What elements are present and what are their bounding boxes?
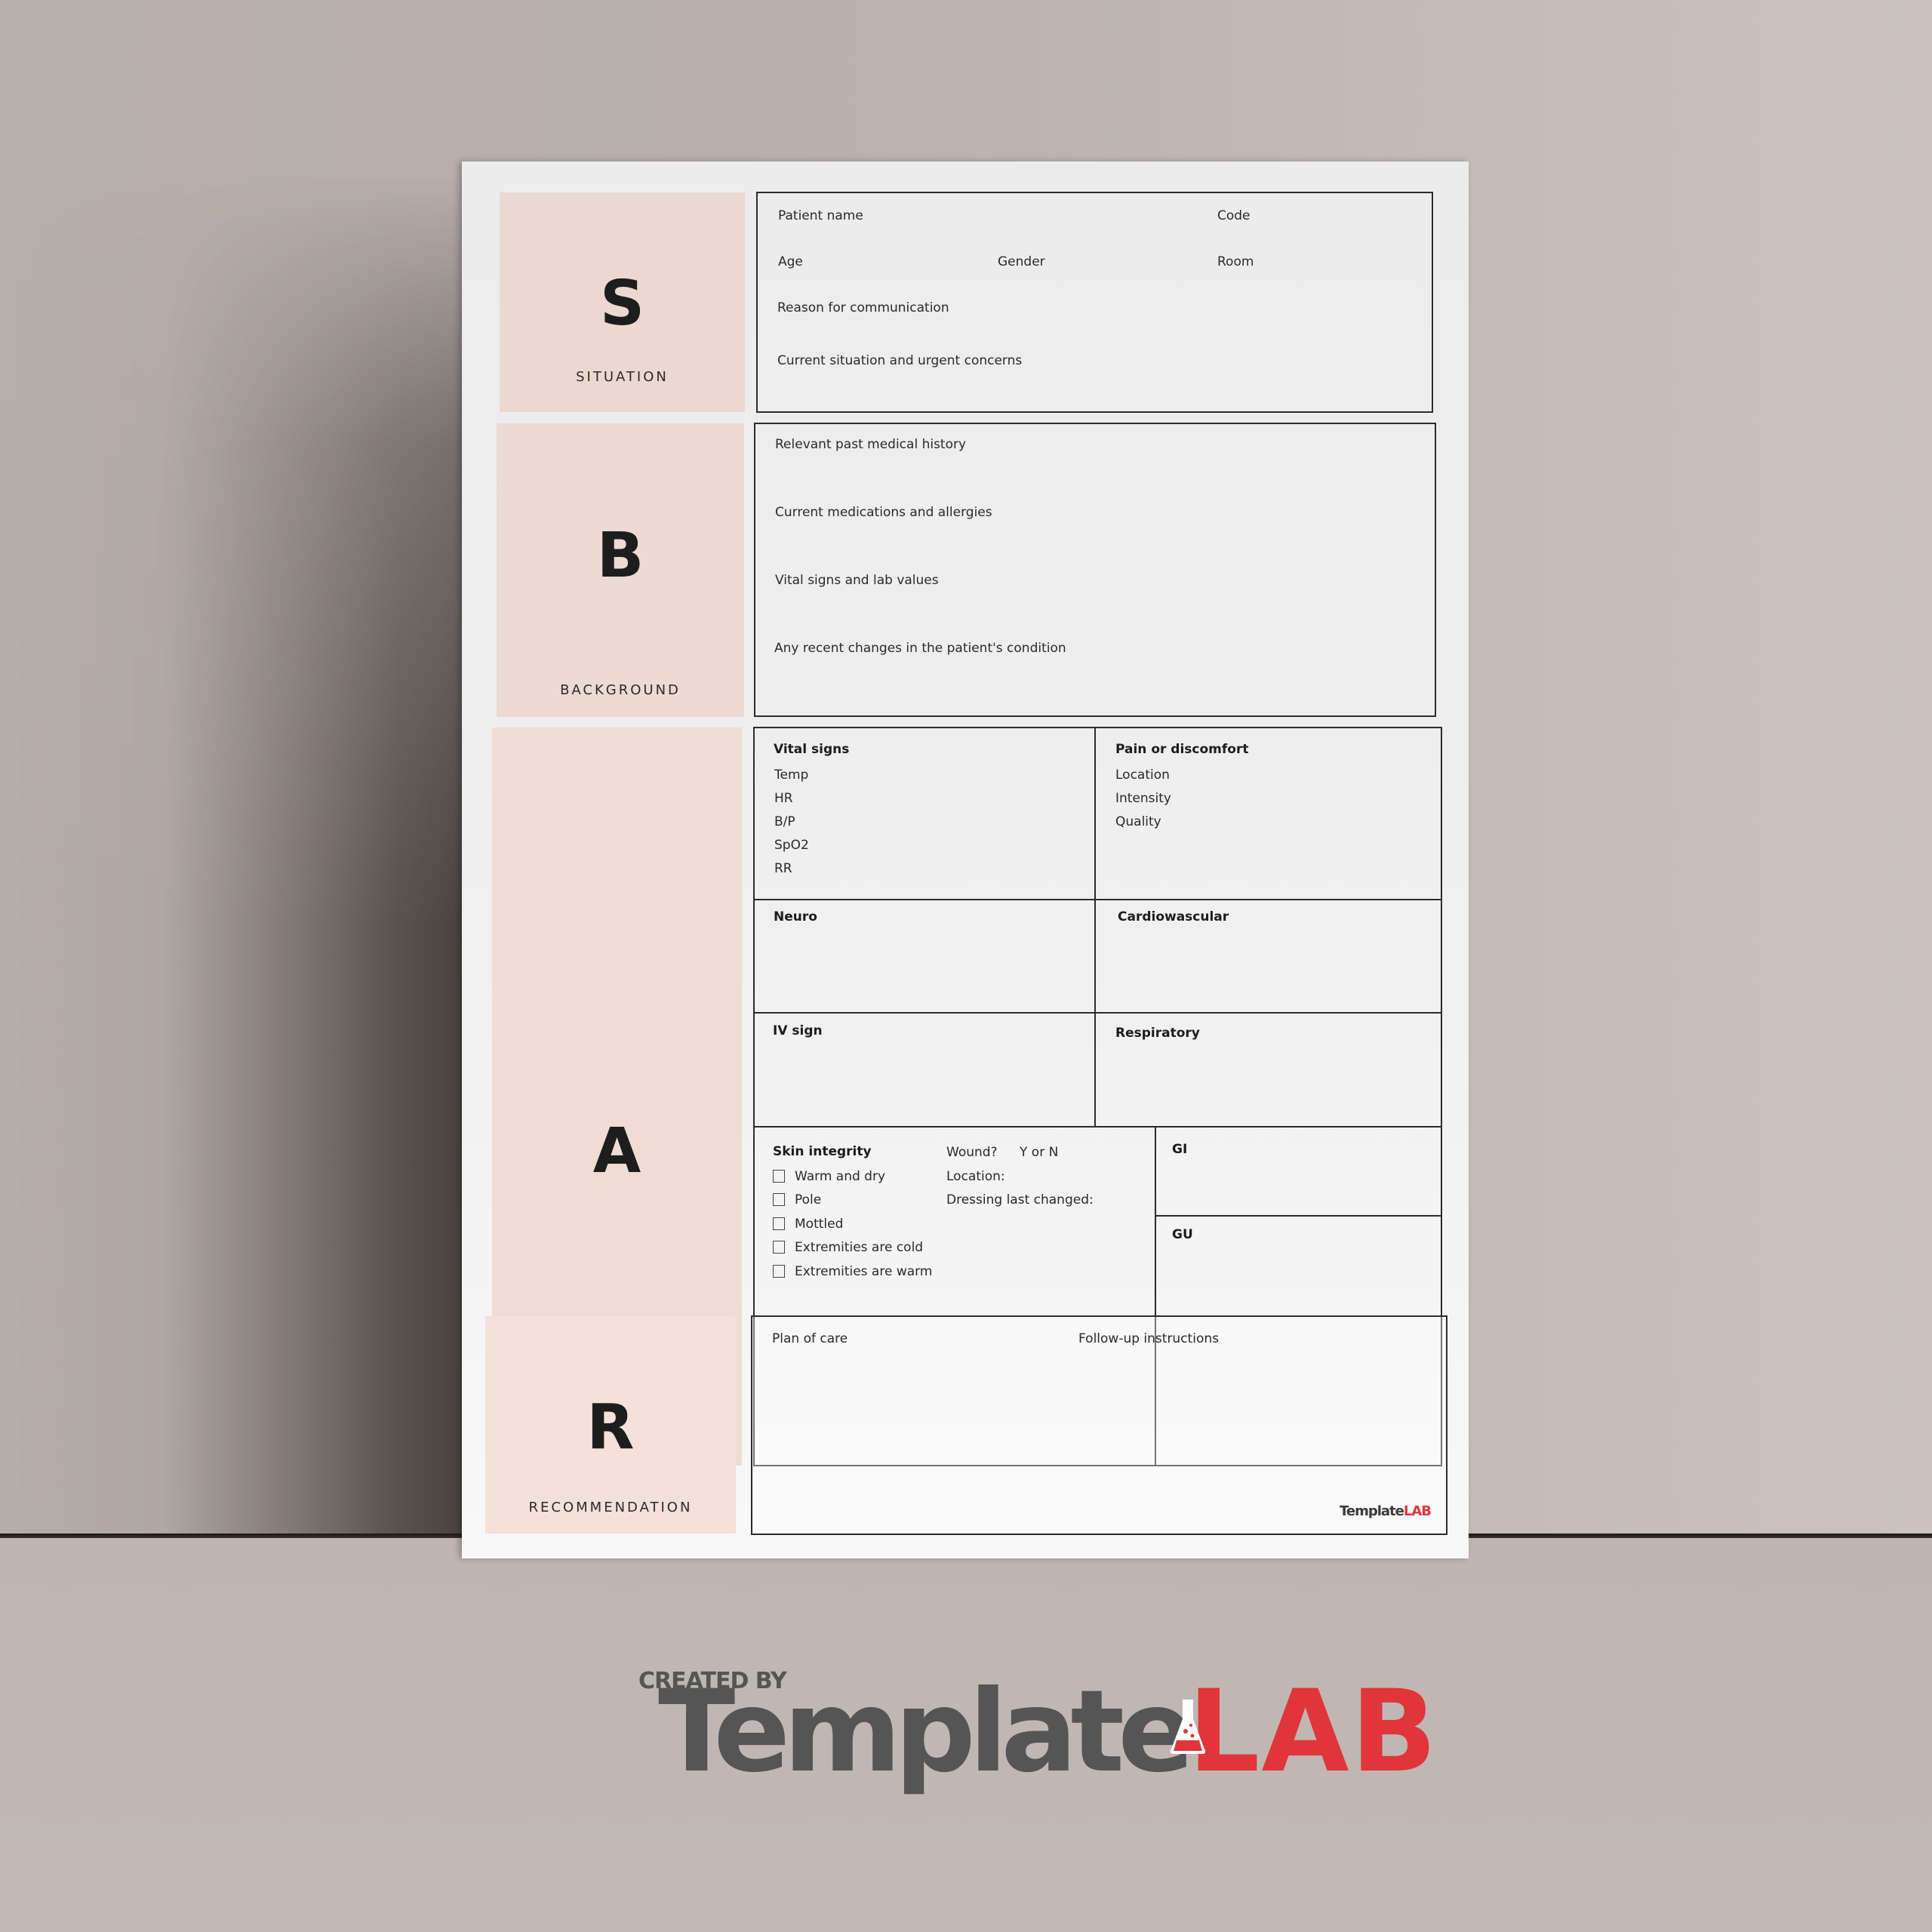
grid-divider <box>1094 728 1096 1126</box>
neuro-heading[interactable]: Neuro <box>774 909 817 924</box>
vital-bp-field[interactable]: B/P <box>774 814 795 829</box>
footer-logo-lab: LAB <box>1403 1503 1432 1519</box>
footer-logo-template: Template <box>1340 1503 1404 1519</box>
medications-allergies-field[interactable]: Current medications and allergies <box>775 505 992 520</box>
recent-changes-field[interactable]: Any recent changes in the patient's cond… <box>774 641 1066 656</box>
age-field[interactable]: Age <box>778 254 803 269</box>
iv-sign-heading[interactable]: IV sign <box>773 1023 823 1038</box>
wound-yes-no-field[interactable]: Y or N <box>1020 1145 1058 1160</box>
recommendation-badge: R RECOMMENDATION <box>485 1316 736 1534</box>
vital-temp-field[interactable]: Temp <box>774 768 808 783</box>
assessment-letter: A <box>592 1115 641 1187</box>
pain-heading: Pain or discomfort <box>1115 742 1249 757</box>
recommendation-box: Plan of care Follow-up instructions Temp… <box>751 1315 1447 1535</box>
checkbox-label: Extremities are warm <box>795 1264 933 1279</box>
gi-heading[interactable]: GI <box>1172 1142 1187 1157</box>
wound-label: Wound? <box>946 1145 998 1160</box>
flask-icon <box>1170 1700 1206 1754</box>
vital-rr-field[interactable]: RR <box>774 861 792 876</box>
vital-signs-heading: Vital signs <box>774 742 850 757</box>
background-badge: B BACKGROUND <box>497 423 744 717</box>
past-medical-history-field[interactable]: Relevant past medical history <box>775 437 966 452</box>
checkbox-label: Extremities are cold <box>795 1240 924 1255</box>
grid-divider <box>1155 1215 1441 1217</box>
pain-location-field[interactable]: Location <box>1115 768 1170 783</box>
situation-box: Patient name Code Age Gender Room Reason… <box>756 192 1433 413</box>
paper-shadow <box>0 174 468 1536</box>
plan-of-care-field[interactable]: Plan of care <box>772 1331 848 1346</box>
checkbox-mottled[interactable] <box>773 1217 785 1230</box>
checkbox-warm-dry[interactable] <box>773 1170 785 1183</box>
follow-up-instructions-field[interactable]: Follow-up instructions <box>1078 1331 1219 1346</box>
recommendation-word: RECOMMENDATION <box>528 1500 693 1515</box>
cardiovascular-heading[interactable]: Cardiowascular <box>1118 909 1229 924</box>
current-situation-field[interactable]: Current situation and urgent concerns <box>777 353 1022 368</box>
checkbox-label: Pole <box>795 1192 822 1208</box>
pain-intensity-field[interactable]: Intensity <box>1115 791 1171 806</box>
vital-hr-field[interactable]: HR <box>774 791 793 806</box>
background-box: Relevant past medical history Current me… <box>754 423 1436 717</box>
gender-field[interactable]: Gender <box>998 254 1045 269</box>
grid-divider <box>755 1126 1441 1128</box>
room-field[interactable]: Room <box>1217 254 1254 269</box>
footer-logo: TemplateLAB <box>1340 1503 1432 1519</box>
templatelab-logo: TemplateLAB <box>658 1675 1438 1789</box>
reason-field[interactable]: Reason for communication <box>777 300 949 315</box>
sbar-form-sheet: S SITUATION Patient name Code Age Gender… <box>462 162 1469 1558</box>
logo-lab-text: LAB <box>1187 1666 1438 1798</box>
situation-word: SITUATION <box>576 369 669 385</box>
wound-location-field[interactable]: Location: <box>946 1169 1005 1184</box>
checkbox-extremities-cold[interactable] <box>773 1241 785 1254</box>
checkbox-extremities-warm[interactable] <box>773 1265 785 1278</box>
background-letter: B <box>596 520 645 592</box>
checkbox-pole[interactable] <box>773 1193 785 1206</box>
grid-divider <box>755 899 1441 900</box>
checkbox-label: Mottled <box>795 1217 844 1232</box>
situation-letter: S <box>599 268 645 340</box>
respiratory-heading[interactable]: Respiratory <box>1115 1026 1200 1041</box>
recommendation-letter: R <box>586 1392 635 1463</box>
patient-name-field[interactable]: Patient name <box>778 208 863 223</box>
vital-signs-lab-field[interactable]: Vital signs and lab values <box>775 573 939 588</box>
dressing-changed-field[interactable]: Dressing last changed: <box>946 1192 1094 1208</box>
logo-template-text: Template <box>658 1666 1195 1798</box>
pain-quality-field[interactable]: Quality <box>1115 814 1161 829</box>
background-word: BACKGROUND <box>560 682 681 698</box>
skin-integrity-heading: Skin integrity <box>773 1144 872 1159</box>
checkbox-label: Warm and dry <box>795 1169 886 1184</box>
situation-badge: S SITUATION <box>500 192 745 412</box>
vital-spo2-field[interactable]: SpO2 <box>774 838 809 853</box>
grid-divider <box>755 1012 1441 1014</box>
code-field[interactable]: Code <box>1217 208 1251 223</box>
gu-heading[interactable]: GU <box>1172 1227 1193 1242</box>
